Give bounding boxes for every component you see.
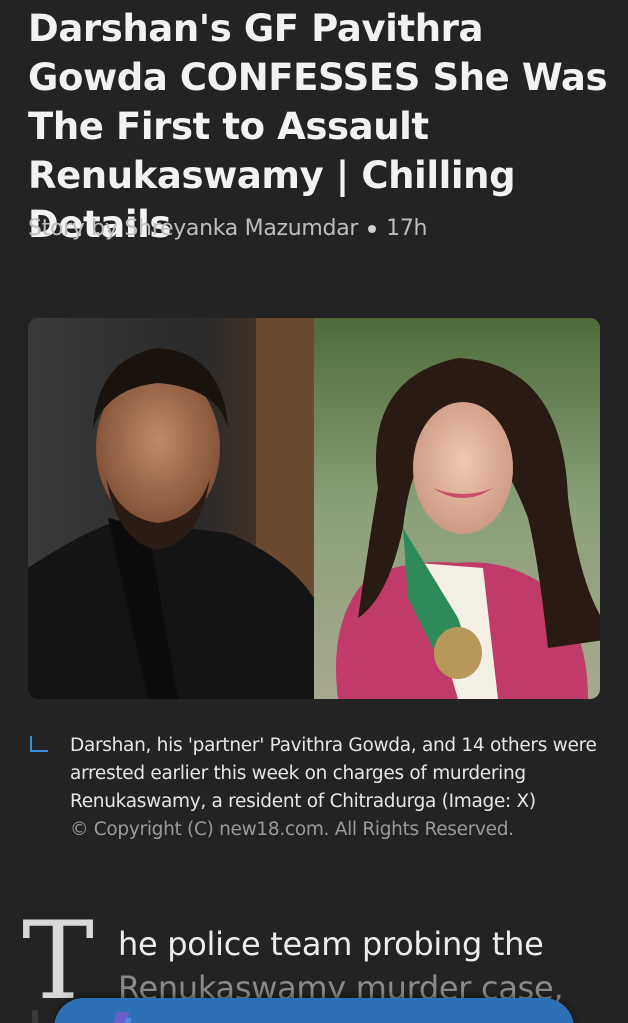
publish-age: 17h <box>386 216 428 241</box>
separator-dot <box>368 225 377 233</box>
edge-handle <box>32 1010 38 1023</box>
article-hero-image[interactable] <box>28 318 600 699</box>
image-caption: Darshan, his 'partner' Pavithra Gowda, a… <box>28 732 600 844</box>
copilot-icon <box>113 1012 132 1023</box>
hero-photo <box>28 318 600 699</box>
floating-action-bar[interactable] <box>54 998 574 1023</box>
article-title: Darshan's GF Pavithra Gowda CONFESSES Sh… <box>28 7 608 246</box>
author-name[interactable]: Story by Shreyanka Mazumdar <box>28 214 358 244</box>
caption-corner-icon <box>30 736 48 752</box>
article-body-line: he police team probing the <box>118 925 544 963</box>
article-page: Darshan's GF Pavithra Gowda CONFESSES Sh… <box>0 0 628 1023</box>
copyright-text: © Copyright (C) new18.com. All Rights Re… <box>70 819 514 840</box>
caption-text: Darshan, his 'partner' Pavithra Gowda, a… <box>70 735 597 812</box>
byline: Story by Shreyanka Mazumdar 17h <box>28 214 427 244</box>
